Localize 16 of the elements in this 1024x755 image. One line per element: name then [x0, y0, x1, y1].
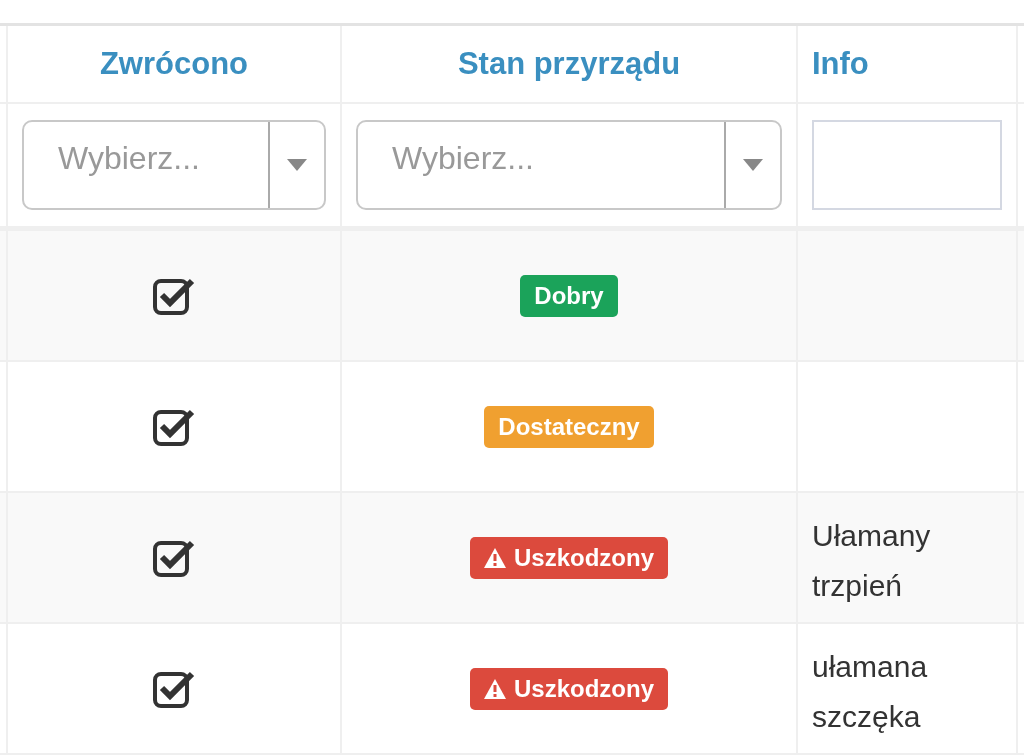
filter-input[interactable]	[812, 120, 1002, 210]
column-header[interactable]: Stan przyrządu	[457, 46, 681, 82]
status-badge: Dostateczny	[484, 405, 654, 448]
filter-select[interactable]: Wybierz...	[22, 120, 326, 210]
status-badge: Uszkodzony	[470, 667, 668, 710]
column-header[interactable]: Zwrócono	[99, 46, 249, 82]
filter-select[interactable]: Wybierz...	[356, 120, 782, 210]
warning-icon	[484, 547, 506, 568]
status-badge: Uszkodzony	[470, 536, 668, 579]
warning-icon	[484, 678, 506, 699]
status-badge: Dobry	[520, 274, 618, 317]
caret-icon	[743, 159, 763, 171]
caret-icon	[287, 159, 307, 171]
column-header[interactable]: Info	[812, 46, 869, 82]
info-text: Ułamany trzpień	[812, 518, 932, 604]
info-text: ułamana szczęka	[812, 649, 929, 735]
